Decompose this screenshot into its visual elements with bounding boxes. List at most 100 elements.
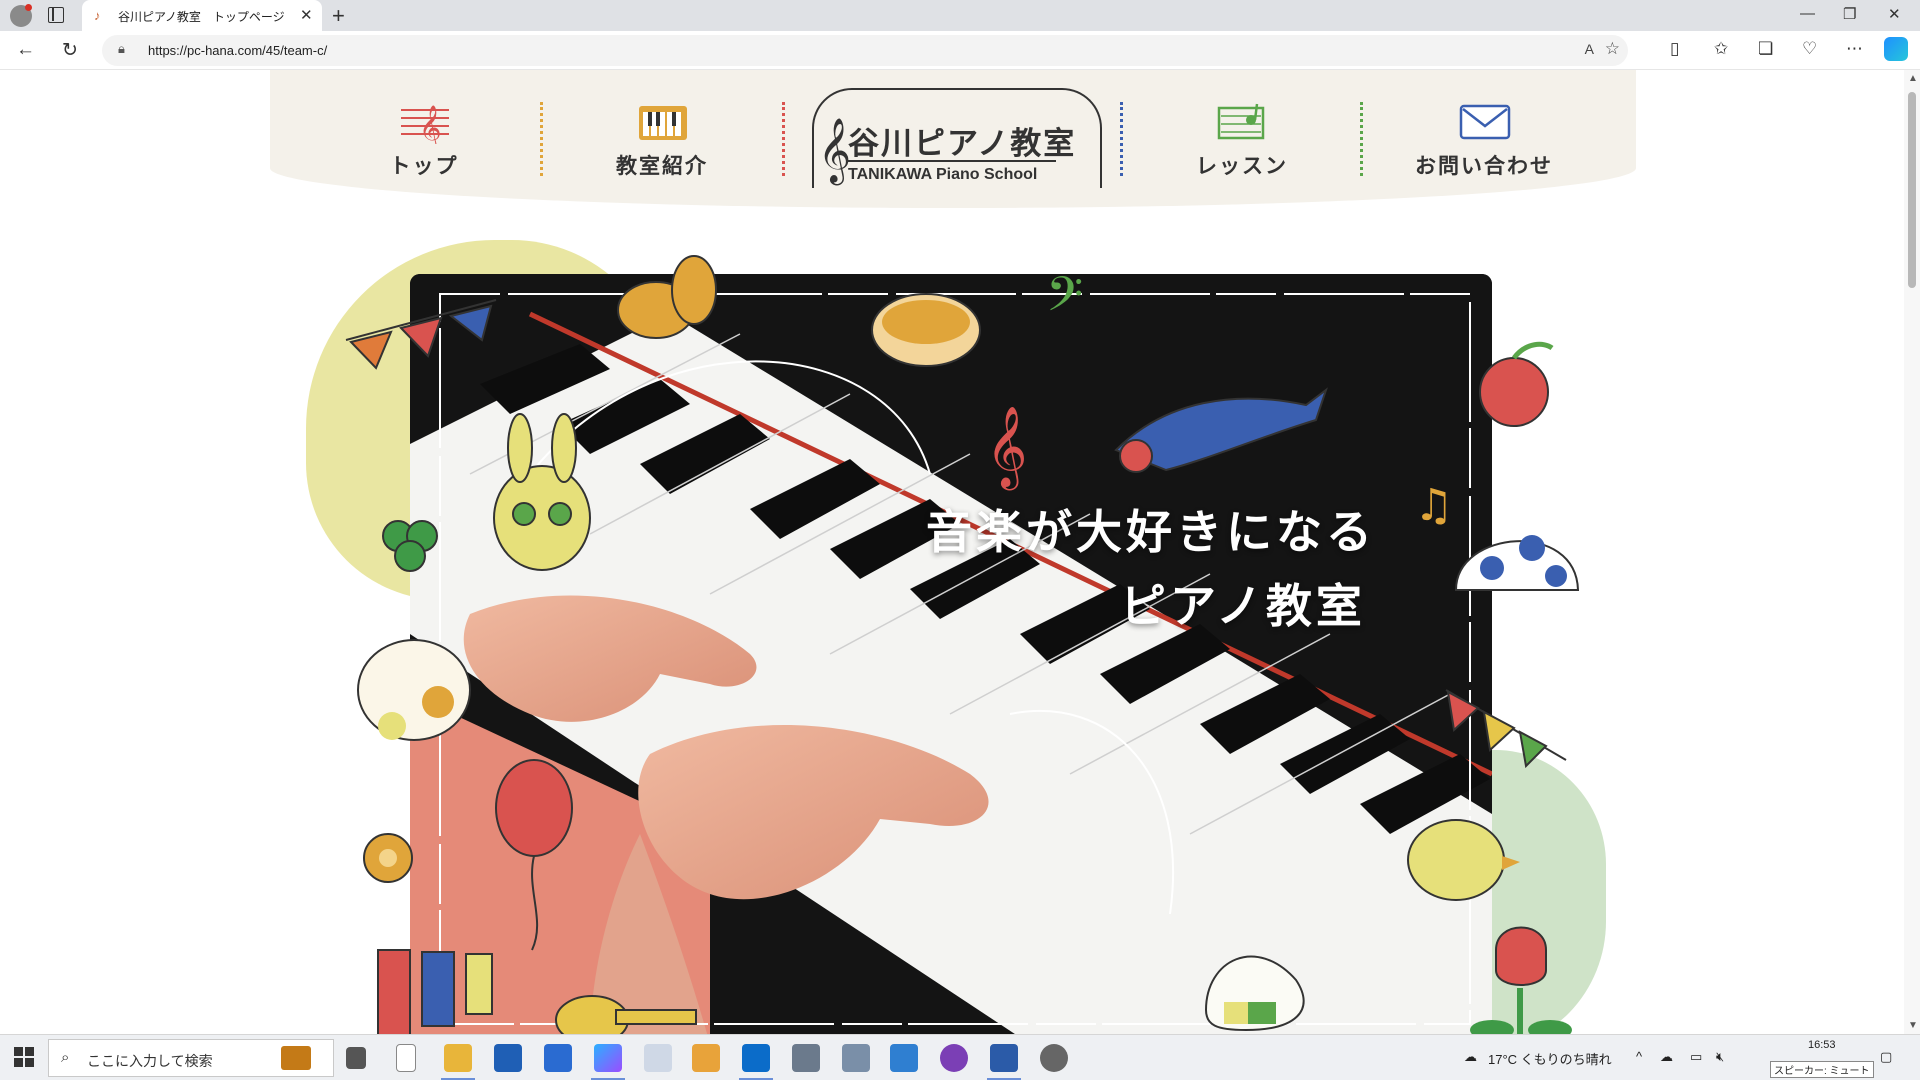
nav-label: レッスン [1196,155,1288,178]
copilot-app-icon[interactable] [594,1044,622,1072]
back-arrow-icon[interactable]: ← [16,39,35,61]
svg-text:𝄞: 𝄞 [419,105,441,144]
onedrive-icon[interactable]: ☁ [1660,1049,1673,1065]
notification-icon[interactable]: ▢ [1880,1049,1892,1065]
bunting-flags-right-icon [1445,689,1567,769]
tulip-icon [1470,926,1572,1034]
treble-clef-icon: 𝄞 [818,118,852,181]
speaker-muted-icon[interactable]: 🔇︎ [1716,1049,1724,1065]
close-window-button[interactable]: ✕ [1888,5,1901,23]
rice-ball-icon [1204,955,1305,1032]
scroll-down-icon[interactable]: ▼ [1908,1020,1918,1031]
calculator-icon[interactable] [792,1044,820,1072]
music-note-staff-icon [1217,103,1265,140]
snipping-tool-icon[interactable] [842,1044,870,1072]
bunny-icon [493,413,591,571]
nav-label: お問い合わせ [1415,155,1553,178]
mushroom-icon [1454,535,1580,591]
treble-clef-staff-icon: 𝄞 [401,105,449,144]
mail-icon[interactable] [544,1044,572,1072]
profile-avatar-icon[interactable] [10,4,32,27]
tab-title: 谷川ピアノ教室 トップページ [118,10,285,24]
nav-item-lesson[interactable]: レッスン [1142,70,1342,208]
media-player-icon[interactable] [692,1044,720,1072]
podcast-app-icon[interactable] [940,1044,968,1072]
tab-actions-icon[interactable] [48,7,64,23]
new-tab-button[interactable]: + [332,3,345,29]
favorite-star-icon[interactable]: ☆ [1605,39,1620,59]
network-icon[interactable]: ▭ [1690,1049,1702,1065]
nav-separator [782,102,785,176]
file-explorer-icon[interactable] [444,1044,472,1072]
red-treble-clef-icon: 𝄞 [986,405,1027,490]
copilot-icon[interactable] [1884,37,1908,61]
nav-separator [1120,102,1123,176]
browser-toolbar: ← ↻ 🔒︎ https://pc-hana.com/45/team-c/ A … [0,31,1920,70]
piano-keys-icon [639,106,687,140]
yellow-music-note-icon: ♫ [1414,480,1453,531]
tambourine-icon [871,293,981,367]
logo-underline [848,160,1056,162]
hero-section: 音楽が大好きになる ピアノ教室 𝄢 𝄞 ♫ [306,230,1606,1034]
nav-separator [1360,102,1363,176]
search-icon: ⌕ [61,1049,70,1066]
swallow-bird-icon [1114,387,1328,473]
windows-taskbar: ⌕ ここに入力して検索 ☁ 17°C くもりのち晴れ ^ ☁ ▭ 🔇︎ 16:5… [0,1034,1920,1080]
weather-text[interactable]: 17°C くもりのち晴れ [1488,1049,1612,1068]
pen-app-icon[interactable] [890,1044,918,1072]
notepad-icon[interactable] [396,1044,416,1072]
web-page: 𝄞 トップ 教室紹介 𝄞 谷川ピアノ教室 TANIKAWA Piano Scho… [0,70,1904,1034]
collections-icon[interactable]: ❏ [1758,39,1773,59]
favorites-icon[interactable]: ✩ [1714,39,1728,59]
settings-gear-icon[interactable] [1040,1044,1068,1072]
windows-start-icon[interactable] [14,1047,34,1067]
nav-item-about[interactable]: 教室紹介 [562,70,762,208]
browser-tab-bar: ♪ 谷川ピアノ教室 トップページ ✕ + — ❐ ✕ [0,0,1920,31]
nav-item-top[interactable]: 𝄞 トップ [324,70,524,208]
orange-flower-icon [363,833,413,883]
site-header: 𝄞 トップ 教室紹介 𝄞 谷川ピアノ教室 TANIKAWA Piano Scho… [270,70,1636,208]
nav-label: トップ [389,155,459,178]
scrollbar-thumb[interactable] [1908,92,1916,288]
site-logo[interactable]: 𝄞 谷川ピアノ教室 TANIKAWA Piano School [812,88,1102,188]
clock-time[interactable]: 16:53 [1808,1039,1836,1051]
apple-icon [1479,341,1554,427]
page-scrollbar[interactable]: ▲ ▼ [1904,70,1920,1034]
chick-icon [1407,819,1520,901]
envelope-icon [1459,104,1511,140]
url-text[interactable]: https://pc-hana.com/45/team-c/ [148,43,327,58]
vscode-icon[interactable] [742,1044,770,1072]
balloon-icon [495,759,573,951]
paint-icon[interactable] [644,1044,672,1072]
microsoft-store-icon[interactable] [494,1044,522,1072]
address-bar[interactable]: 🔒︎ https://pc-hana.com/45/team-c/ A ☆ [102,35,1628,66]
logo-subtitle: TANIKAWA Piano School [848,166,1038,183]
decor-illustrations: 𝄢 𝄞 ♫ [345,255,1580,1034]
refresh-icon[interactable]: ↻ [62,39,78,62]
more-menu-icon[interactable]: ⋯ [1846,39,1863,59]
xylophone-icon [377,949,493,1034]
task-view-icon[interactable] [346,1047,366,1069]
browser-essentials-icon[interactable]: ♡ [1802,39,1817,59]
clover-icon [382,520,438,572]
nav-label: 教室紹介 [616,155,708,178]
weather-icon[interactable]: ☁ [1464,1049,1477,1065]
read-aloud-icon[interactable]: A [1585,41,1594,57]
site-favicon-icon: ♪ [94,8,101,23]
taskbar-search-box[interactable]: ⌕ ここに入力して検索 [48,1039,334,1077]
minimize-button[interactable]: — [1800,5,1815,22]
speaker-tooltip: スピーカー: ミュート [1770,1061,1874,1078]
word-icon[interactable] [990,1044,1018,1072]
lock-icon[interactable]: 🔒︎ [118,41,125,57]
bass-clef-icon: 𝄢 [1046,266,1083,334]
split-screen-icon[interactable]: ▯ [1670,39,1679,59]
tray-chevron-icon[interactable]: ^ [1636,1049,1642,1064]
close-tab-icon[interactable]: ✕ [300,6,313,24]
nav-item-contact[interactable]: お問い合わせ [1384,70,1584,208]
restore-button[interactable]: ❐ [1843,5,1856,23]
cat-icon [357,639,471,741]
browser-tab-active[interactable]: ♪ 谷川ピアノ教室 トップページ ✕ [82,0,322,31]
search-placeholder: ここに入力して検索 [87,1053,213,1069]
nav-separator [540,102,543,176]
scroll-up-icon[interactable]: ▲ [1908,73,1918,84]
